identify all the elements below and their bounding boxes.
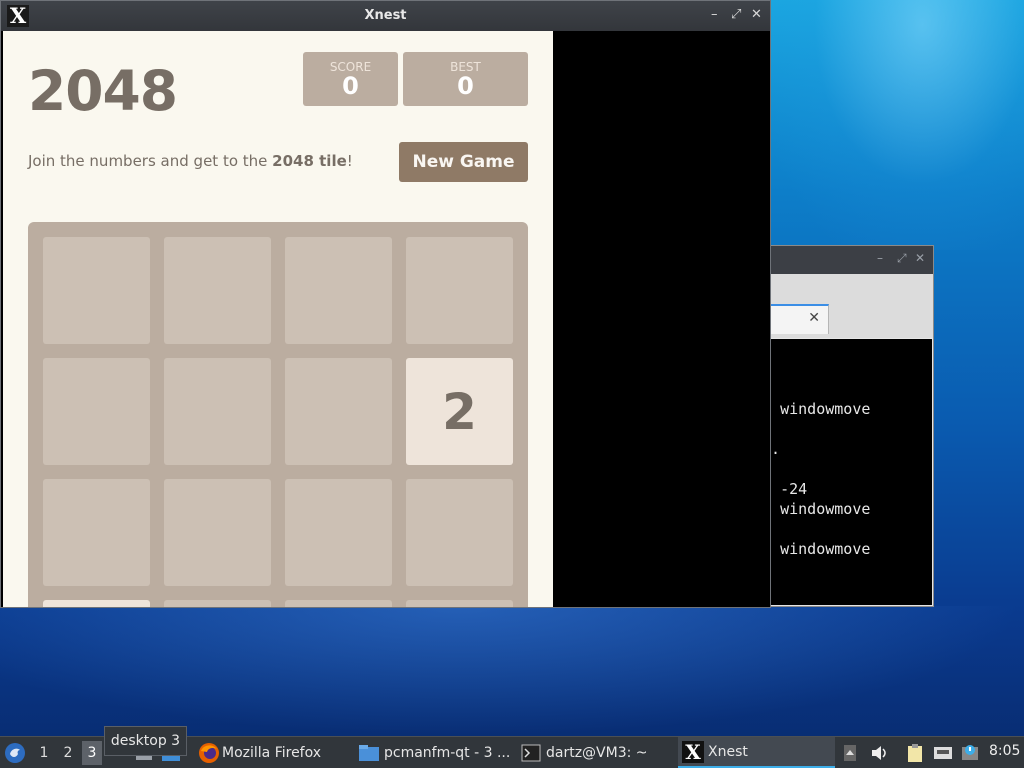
task-label: dartz@VM3: ~ xyxy=(546,744,648,761)
desktop-tooltip: desktop 3 xyxy=(104,726,187,756)
desktop-background-glow xyxy=(0,606,1024,736)
intro-text: Join the numbers and get to the 2048 til… xyxy=(28,152,353,170)
clipboard-icon[interactable] xyxy=(906,737,928,768)
close-icon[interactable]: ✕ xyxy=(751,7,762,23)
clock[interactable]: 8:05 xyxy=(989,743,1020,759)
desktop-switcher-3[interactable]: 3 xyxy=(82,741,102,765)
xnest-window[interactable]: X Xnest – ⤢ ✕ 2048 SCORE 0 BEST 0 Join t… xyxy=(0,0,771,608)
network-icon[interactable] xyxy=(932,737,956,768)
terminal-tab[interactable]: ✕ xyxy=(761,304,829,334)
app-menu-icon[interactable] xyxy=(4,737,28,768)
grid-cell xyxy=(164,479,271,586)
grid-cell xyxy=(285,479,392,586)
grid-cell xyxy=(406,600,513,607)
score-value: 0 xyxy=(342,72,359,100)
tile-2: 2 xyxy=(406,358,513,465)
intro-bold: 2048 tile xyxy=(272,152,347,170)
grid-cell xyxy=(406,237,513,344)
maximize-icon[interactable]: ⤢ xyxy=(897,251,907,266)
best-box: BEST 0 xyxy=(403,52,528,106)
game-2048-page: 2048 SCORE 0 BEST 0 Join the numbers and… xyxy=(3,31,553,607)
intro-suffix: ! xyxy=(346,152,353,170)
grid-cell xyxy=(285,237,392,344)
task-label: Mozilla Firefox xyxy=(222,744,322,761)
grid-cell xyxy=(43,479,150,586)
xnest-titlebar[interactable]: X Xnest – ⤢ ✕ xyxy=(1,1,770,31)
window-title: Xnest xyxy=(364,8,407,23)
intro-prefix: Join the numbers and get to the xyxy=(28,152,273,170)
grid-cell xyxy=(164,237,271,344)
score-box: SCORE 0 xyxy=(303,52,398,106)
grid-cell xyxy=(285,358,392,465)
grid-cell xyxy=(285,600,392,607)
grid-cell xyxy=(164,358,271,465)
firefox-icon xyxy=(199,742,219,763)
task-terminal[interactable]: dartz@VM3: ~ xyxy=(517,737,674,768)
game-grid[interactable]: 2 xyxy=(28,222,528,607)
volume-icon[interactable] xyxy=(870,737,892,768)
task-label: Xnest xyxy=(708,743,748,760)
desktop-switcher-1[interactable]: 1 xyxy=(34,741,54,765)
x-logo-icon: X xyxy=(682,740,704,763)
tab-close-icon[interactable]: ✕ xyxy=(808,310,820,326)
grid-cell xyxy=(406,479,513,586)
maximize-icon[interactable]: ⤢ xyxy=(731,7,741,23)
new-game-button[interactable]: New Game xyxy=(399,142,528,182)
task-xnest[interactable]: X Xnest xyxy=(678,737,835,768)
game-title: 2048 xyxy=(28,59,178,123)
close-icon[interactable]: ✕ xyxy=(915,251,925,265)
desktop-background xyxy=(770,0,1024,250)
grid-cell xyxy=(43,358,150,465)
minimize-icon[interactable]: – xyxy=(877,251,883,265)
task-firefox[interactable]: Mozilla Firefox xyxy=(194,737,350,768)
tray-arrow-icon[interactable] xyxy=(843,737,861,768)
folder-icon xyxy=(359,744,379,761)
minimize-icon[interactable]: – xyxy=(711,7,718,23)
terminal-icon xyxy=(521,744,541,761)
task-label: pcmanfm-qt - 3 ... xyxy=(384,744,511,761)
task-pcmanfm[interactable]: pcmanfm-qt - 3 ... xyxy=(354,737,512,768)
grid-cell xyxy=(43,237,150,344)
best-value: 0 xyxy=(457,72,474,100)
notification-icon[interactable] xyxy=(960,737,982,768)
grid-tile xyxy=(43,600,150,607)
grid-cell xyxy=(164,600,271,607)
desktop-switcher-2[interactable]: 2 xyxy=(58,741,78,765)
